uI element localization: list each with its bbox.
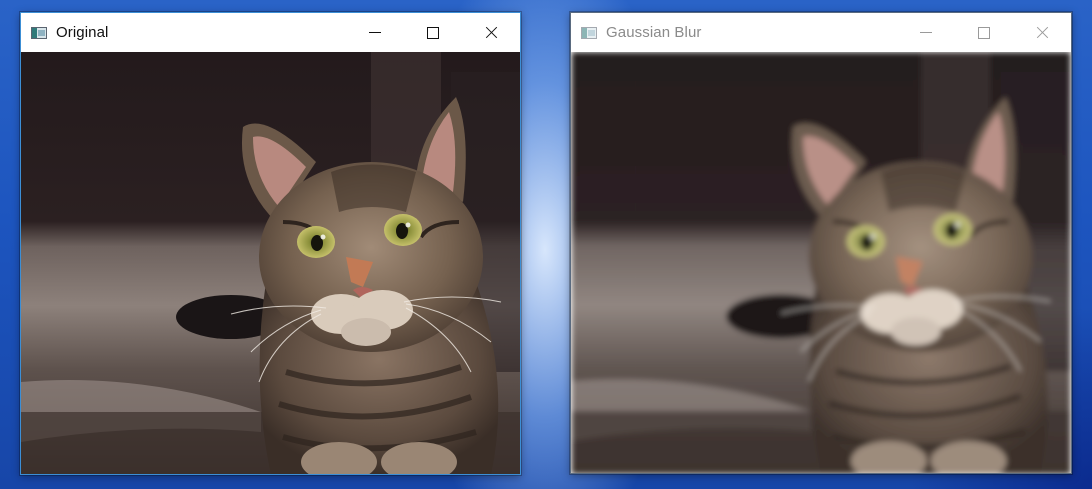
window-app-icon — [31, 26, 47, 39]
cat-photo — [21, 52, 520, 474]
image-canvas — [21, 52, 520, 474]
window-title: Original — [56, 24, 109, 41]
close-button[interactable] — [462, 13, 520, 52]
window-controls — [897, 13, 1071, 52]
cat-photo-blurred — [571, 52, 1071, 473]
close-button[interactable] — [1013, 13, 1071, 52]
image-canvas — [571, 52, 1071, 473]
maximize-button[interactable] — [955, 13, 1013, 52]
original-window[interactable]: Original — [20, 12, 521, 475]
minimize-button[interactable] — [897, 13, 955, 52]
minimize-button[interactable] — [346, 13, 404, 52]
maximize-button[interactable] — [404, 13, 462, 52]
window-app-icon — [581, 26, 597, 39]
window-title: Gaussian Blur — [606, 24, 702, 41]
title-bar[interactable]: Gaussian Blur — [571, 13, 1071, 52]
gaussian-blur-window[interactable]: Gaussian Blur — [570, 12, 1072, 474]
title-bar[interactable]: Original — [21, 13, 520, 52]
window-controls — [346, 13, 520, 52]
